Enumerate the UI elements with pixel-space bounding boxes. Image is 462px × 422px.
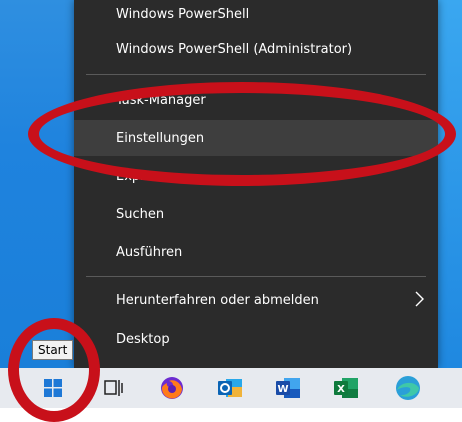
edge-button[interactable]: [384, 368, 432, 408]
menu-item-run[interactable]: Ausführen: [74, 234, 438, 270]
start-tooltip: Start: [32, 340, 74, 360]
chevron-right-icon: [415, 291, 424, 307]
outlook-icon: [218, 379, 242, 397]
svg-text:X: X: [337, 384, 345, 395]
menu-item-label: Desktop: [116, 331, 170, 347]
excel-button[interactable]: X: [322, 368, 370, 408]
word-icon: W: [276, 378, 300, 398]
outlook-button[interactable]: [206, 368, 254, 408]
word-button[interactable]: W: [264, 368, 312, 408]
start-button[interactable]: [29, 368, 77, 408]
taskbar: W X: [0, 368, 462, 408]
menu-item-powershell-admin[interactable]: Windows PowerShell (Administrator): [74, 31, 438, 67]
menu-item-shutdown-signout[interactable]: Herunterfahren oder abmelden: [74, 282, 438, 318]
menu-item-search[interactable]: Suchen: [74, 196, 438, 232]
windows-start-icon: [44, 379, 62, 397]
menu-separator: [86, 74, 426, 75]
menu-item-label: Explorer: [116, 168, 171, 184]
menu-item-settings[interactable]: Einstellungen: [74, 120, 438, 156]
desktop-accent: [438, 0, 462, 368]
task-view-button[interactable]: [90, 368, 138, 408]
menu-item-label: Suchen: [116, 206, 165, 222]
excel-icon: X: [334, 378, 358, 398]
menu-item-task-manager[interactable]: Task-Manager: [74, 82, 438, 118]
task-view-icon: [104, 380, 123, 396]
tooltip-text: Start: [38, 343, 68, 357]
edge-icon: [396, 376, 420, 400]
firefox-button[interactable]: [148, 368, 196, 408]
svg-text:W: W: [277, 384, 288, 395]
winx-context-menu: Windows PowerShell Windows PowerShell (A…: [74, 0, 438, 368]
menu-item-explorer[interactable]: Explorer: [74, 158, 438, 194]
menu-separator: [86, 276, 426, 277]
menu-item-desktop[interactable]: Desktop: [74, 321, 438, 357]
menu-item-powershell[interactable]: Windows PowerShell: [74, 0, 438, 32]
screen-margin: [0, 408, 462, 421]
menu-item-label: Ausführen: [116, 244, 183, 260]
menu-item-label: Windows PowerShell (Administrator): [116, 41, 353, 57]
menu-item-label: Windows PowerShell: [116, 6, 250, 22]
menu-item-label: Herunterfahren oder abmelden: [116, 292, 319, 308]
menu-item-label: Task-Manager: [116, 92, 206, 108]
firefox-icon: [161, 377, 183, 399]
menu-item-label: Einstellungen: [116, 130, 205, 146]
